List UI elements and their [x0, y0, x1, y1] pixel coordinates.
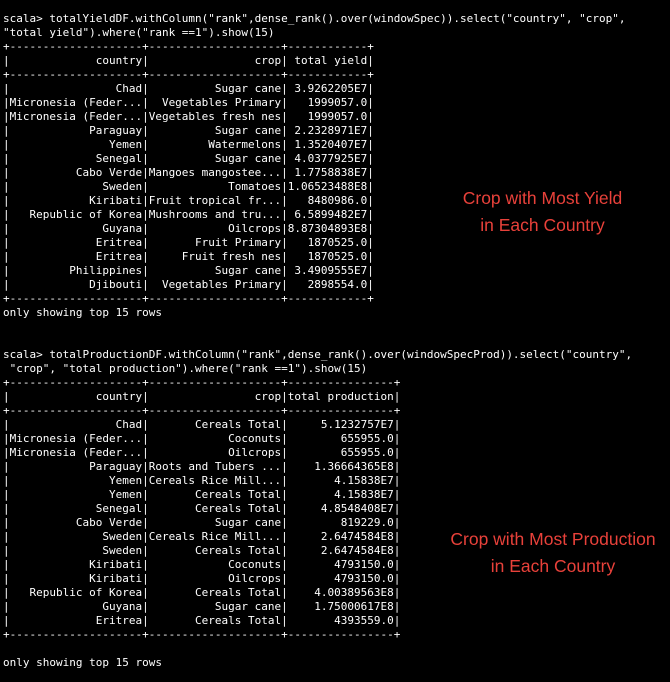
table-header: | country| crop|total production| [3, 390, 401, 403]
table-footer: only showing top 15 rows [3, 306, 162, 319]
table-row: |Micronesia (Feder...| Vegetables Primar… [3, 96, 374, 109]
table-border: +--------------------+------------------… [3, 404, 401, 417]
command-line: scala> totalProductionDF.withColumn("ran… [3, 348, 633, 361]
command-line: "crop", "total production").where("rank … [3, 362, 368, 375]
annotation-line: Crop with Most Yield [462, 188, 623, 208]
table-row: | Djibouti| Vegetables Primary| 2898554.… [3, 278, 374, 291]
table-footer: only showing top 15 rows [3, 656, 162, 669]
table-header: | country| crop| total yield| [3, 54, 374, 67]
table-row: | Yemen|Cereals Rice Mill...| 4.15838E7| [3, 474, 401, 487]
table-border: +--------------------+------------------… [3, 68, 374, 81]
table-row: | Cabo Verde|Mangoes mangostee...| 1.775… [3, 166, 374, 179]
annotation-most-yield: Crop with Most Yield in Each Country [450, 185, 635, 239]
table-border: +--------------------+------------------… [3, 376, 401, 389]
table-row: |Micronesia (Feder...|Vegetables fresh n… [3, 110, 374, 123]
table-border: +--------------------+------------------… [3, 40, 374, 53]
table-row: | Yemen| Watermelons| 1.3520407E7| [3, 138, 374, 151]
table-row: | Senegal| Cereals Total| 4.8548408E7| [3, 502, 401, 515]
table-row: | Philippines| Sugar cane| 3.4909555E7| [3, 264, 374, 277]
result-table: +--------------------+------------------… [3, 40, 667, 306]
table-border: +--------------------+------------------… [3, 292, 374, 305]
table-row: | Paraguay|Roots and Tubers ...| 1.36664… [3, 460, 401, 473]
table-row: |Micronesia (Feder...| Oilcrops| 655955.… [3, 446, 401, 459]
table-row: | Republic of Korea| Cereals Total| 4.00… [3, 586, 401, 599]
table-row: | Chad| Sugar cane| 3.9262205E7| [3, 82, 374, 95]
table-row: | Chad| Cereals Total| 5.1232757E7| [3, 418, 401, 431]
table-row: | Senegal| Sugar cane| 4.0377925E7| [3, 152, 374, 165]
annotation-line: in Each Country [490, 556, 616, 576]
table-border: +--------------------+------------------… [3, 628, 401, 641]
table-row: | Eritrea| Fruit fresh nes| 1870525.0| [3, 250, 374, 263]
table-row: | Paraguay| Sugar cane| 2.2328971E7| [3, 124, 374, 137]
annotation-most-production: Crop with Most Production in Each Countr… [437, 526, 669, 580]
command-line: "total yield").where("rank ==1").show(15… [3, 26, 275, 39]
annotation-line: Crop with Most Production [450, 529, 656, 549]
table-row: | Guyana| Sugar cane| 1.75000617E8| [3, 600, 401, 613]
table-row: |Micronesia (Feder...| Coconuts| 655955.… [3, 432, 401, 445]
result-table: +--------------------+------------------… [3, 376, 667, 642]
command-line: scala> totalYieldDF.withColumn("rank",de… [3, 12, 626, 25]
table-row: | Eritrea| Cereals Total| 4393559.0| [3, 614, 401, 627]
annotation-line: in Each Country [480, 215, 605, 235]
table-row: | Yemen| Cereals Total| 4.15838E7| [3, 488, 401, 501]
